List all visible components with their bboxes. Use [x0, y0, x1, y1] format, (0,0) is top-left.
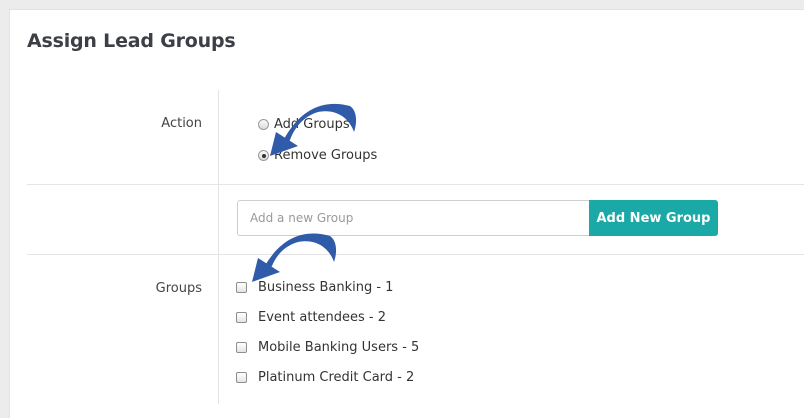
group-checkbox-item[interactable]: Mobile Banking Users - 5 [236, 340, 419, 355]
group-checkbox-label: Platinum Credit Card - 2 [258, 370, 415, 385]
column-divider [218, 90, 219, 404]
group-checkbox-label: Event attendees - 2 [258, 310, 387, 325]
action-label: Action [161, 116, 202, 131]
add-new-group-button[interactable]: Add New Group [589, 200, 718, 236]
group-checkbox[interactable] [236, 342, 247, 353]
group-checkbox-item[interactable]: Platinum Credit Card - 2 [236, 370, 414, 385]
row-divider [27, 254, 804, 255]
groups-label: Groups [155, 281, 202, 296]
page-title: Assign Lead Groups [27, 30, 236, 52]
group-checkbox[interactable] [236, 372, 247, 383]
group-checkbox[interactable] [236, 282, 247, 293]
group-checkbox-item[interactable]: Event attendees - 2 [236, 310, 386, 325]
row-divider [27, 184, 804, 185]
annotation-arrow-icon [270, 103, 357, 156]
group-checkbox-label: Mobile Banking Users - 5 [258, 340, 420, 355]
annotation-arrow-icon [252, 233, 337, 282]
assign-lead-groups-panel: Assign Lead Groups Action Add Groups Rem… [9, 9, 804, 418]
group-checkbox[interactable] [236, 312, 247, 323]
